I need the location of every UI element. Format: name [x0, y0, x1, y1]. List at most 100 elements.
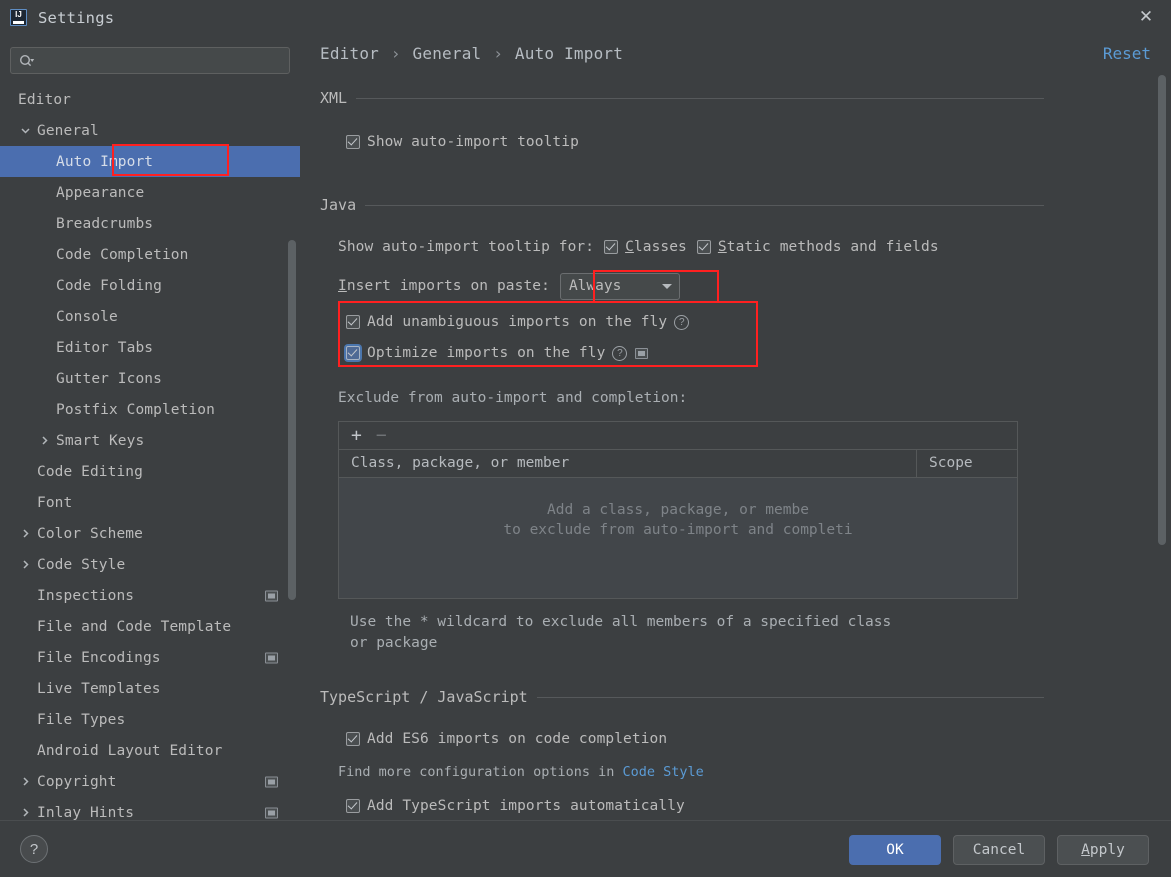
sidebar-item-breadcrumbs[interactable]: Breadcrumbs: [0, 208, 300, 239]
chevron-right-icon[interactable]: [38, 434, 51, 447]
checkbox-row-add-es6-imports[interactable]: Add ES6 imports on code completion: [346, 727, 1171, 751]
checkbox-classes[interactable]: [604, 240, 618, 254]
help-circle-icon-optimize-imports[interactable]: ?: [612, 346, 627, 361]
checkbox-row-add-unambiguous[interactable]: Add unambiguous imports on the fly ?: [346, 310, 758, 334]
sidebar-item-editor-tabs[interactable]: Editor Tabs: [0, 332, 300, 363]
row-insert-imports-on-paste: Insert imports on paste: Always: [338, 271, 1171, 301]
window-title: Settings: [38, 9, 114, 27]
sidebar-item-label: Code Completion: [56, 247, 188, 263]
label-show-auto-import-tooltip: Show auto-import tooltip: [367, 134, 579, 150]
mnemonic-static: S: [718, 239, 727, 255]
apply-mnemonic: A: [1081, 842, 1090, 858]
chevron-right-icon[interactable]: [19, 806, 32, 819]
settings-dialog: Settings ✕ EditorGeneralAuto ImportAppea…: [0, 0, 1171, 877]
checkbox-show-auto-import-tooltip[interactable]: [346, 135, 360, 149]
label-add-es6-imports: Add ES6 imports on code completion: [367, 731, 667, 747]
remove-row-button[interactable]: −: [376, 427, 387, 445]
chevron-right-icon[interactable]: [19, 775, 32, 788]
sidebar-item-label: File Types: [37, 712, 125, 728]
sidebar-item-copyright[interactable]: Copyright: [0, 766, 300, 797]
checkbox-optimize-imports[interactable]: [346, 346, 360, 360]
code-style-link[interactable]: Code Style: [622, 764, 703, 780]
sidebar-item-label: Android Layout Editor: [37, 743, 222, 759]
breadcrumb-separator-1: ›: [389, 44, 403, 63]
search-box[interactable]: [10, 47, 290, 74]
help-button[interactable]: ?: [20, 835, 48, 863]
checkbox-row-add-typescript-imports[interactable]: Add TypeScript imports automatically: [346, 794, 1171, 818]
breadcrumb-part-editor[interactable]: Editor: [320, 44, 379, 63]
sidebar-item-inspections[interactable]: Inspections: [0, 580, 300, 611]
sidebar-item-code-folding[interactable]: Code Folding: [0, 270, 300, 301]
section-title-java: Java: [320, 196, 356, 214]
dialog-footer: ? OK Cancel Apply: [0, 820, 1171, 877]
checkbox-add-es6-imports[interactable]: [346, 732, 360, 746]
sidebar-item-font[interactable]: Font: [0, 487, 300, 518]
chevron-down-icon[interactable]: [19, 124, 32, 137]
settings-content: XML Show auto-import tooltip Java Show a…: [300, 75, 1171, 818]
help-circle-icon-add-unambiguous[interactable]: ?: [674, 315, 689, 330]
breadcrumb-row: Editor › General › Auto Import: [320, 44, 1171, 63]
sidebar-item-general[interactable]: General: [0, 115, 300, 146]
chevron-right-icon[interactable]: [19, 558, 32, 571]
section-header-java: Java: [320, 194, 1171, 216]
sidebar-item-inlay-hints[interactable]: Inlay Hints: [0, 797, 300, 820]
apply-button[interactable]: Apply: [1057, 835, 1149, 865]
sidebar-item-postfix-completion[interactable]: Postfix Completion: [0, 394, 300, 425]
column-header-scope: Scope: [917, 450, 1017, 477]
sidebar-item-label: Postfix Completion: [56, 402, 215, 418]
sidebar-item-file-types[interactable]: File Types: [0, 704, 300, 735]
sidebar-item-android-layout-editor[interactable]: Android Layout Editor: [0, 735, 300, 766]
sidebar-item-label: Copyright: [37, 774, 116, 790]
label-insert-imports-on-paste: Insert imports on paste:: [338, 278, 550, 294]
sidebar-item-color-scheme[interactable]: Color Scheme: [0, 518, 300, 549]
sidebar-item-file-and-code-template[interactable]: File and Code Template: [0, 611, 300, 642]
sidebar-item-editor[interactable]: Editor: [0, 84, 300, 115]
wildcard-hint: Use the * wildcard to exclude all member…: [350, 612, 1171, 654]
section-header-xml: XML: [320, 87, 1171, 109]
sidebar-item-auto-import[interactable]: Auto Import: [0, 146, 300, 177]
dropdown-value-insert-imports: Always: [569, 278, 621, 294]
sidebar-item-file-encodings[interactable]: File Encodings: [0, 642, 300, 673]
sidebar-item-console[interactable]: Console: [0, 301, 300, 332]
sidebar-item-label: Smart Keys: [56, 433, 144, 449]
dropdown-insert-imports-on-paste[interactable]: Always: [560, 273, 680, 300]
sidebar-item-code-editing[interactable]: Code Editing: [0, 456, 300, 487]
sidebar-scrollbar-thumb[interactable]: [288, 240, 296, 600]
main-scrollbar-thumb[interactable]: [1158, 75, 1166, 545]
column-header-class-package-member: Class, package, or member: [339, 450, 917, 477]
ok-button[interactable]: OK: [849, 835, 941, 865]
apply-label-rest: pply: [1090, 842, 1125, 858]
add-row-button[interactable]: +: [351, 427, 362, 445]
cancel-button[interactable]: Cancel: [953, 835, 1045, 865]
code-style-note: Find more configuration options in Code …: [338, 764, 1171, 780]
project-scope-icon-optimize-imports: [635, 348, 648, 359]
chevron-right-icon[interactable]: [19, 527, 32, 540]
sidebar-item-gutter-icons[interactable]: Gutter Icons: [0, 363, 300, 394]
settings-tree: EditorGeneralAuto ImportAppearance Breadc…: [0, 84, 300, 820]
sidebar-item-label: Breadcrumbs: [56, 216, 153, 232]
checkbox-static-methods[interactable]: [697, 240, 711, 254]
project-scope-icon: [265, 652, 278, 663]
label-exclude-from-auto-import: Exclude from auto-import and completion:: [338, 388, 1171, 409]
checkbox-row-show-auto-import-tooltip[interactable]: Show auto-import tooltip: [346, 130, 1171, 154]
empty-state-line-1: Add a class, package, or membe: [547, 502, 809, 518]
breadcrumb-part-general[interactable]: General: [413, 44, 482, 63]
code-style-note-prefix: Find more configuration options in: [338, 764, 622, 780]
checkbox-add-typescript-imports[interactable]: [346, 799, 360, 813]
sidebar-item-code-style[interactable]: Code Style: [0, 549, 300, 580]
checkbox-row-optimize-imports[interactable]: Optimize imports on the fly ?: [346, 341, 758, 365]
section-divider-xml: [356, 98, 1044, 99]
breadcrumb-part-auto-import[interactable]: Auto Import: [515, 44, 623, 63]
sidebar-item-appearance[interactable]: Appearance: [0, 177, 300, 208]
sidebar-item-code-completion[interactable]: Code Completion: [0, 239, 300, 270]
section-header-typescript: TypeScript / JavaScript: [320, 686, 1171, 708]
sidebar-item-label: Console: [56, 309, 118, 325]
close-icon[interactable]: ✕: [1131, 3, 1161, 31]
sidebar-item-smart-keys[interactable]: Smart Keys: [0, 425, 300, 456]
sidebar-item-label: Code Style: [37, 557, 125, 573]
search-input[interactable]: [35, 53, 289, 68]
checkbox-add-unambiguous-imports[interactable]: [346, 315, 360, 329]
reset-link[interactable]: Reset: [1103, 44, 1151, 63]
sidebar-item-live-templates[interactable]: Live Templates: [0, 673, 300, 704]
exclude-table-body[interactable]: Add a class, package, or membe to exclud…: [339, 478, 1017, 598]
